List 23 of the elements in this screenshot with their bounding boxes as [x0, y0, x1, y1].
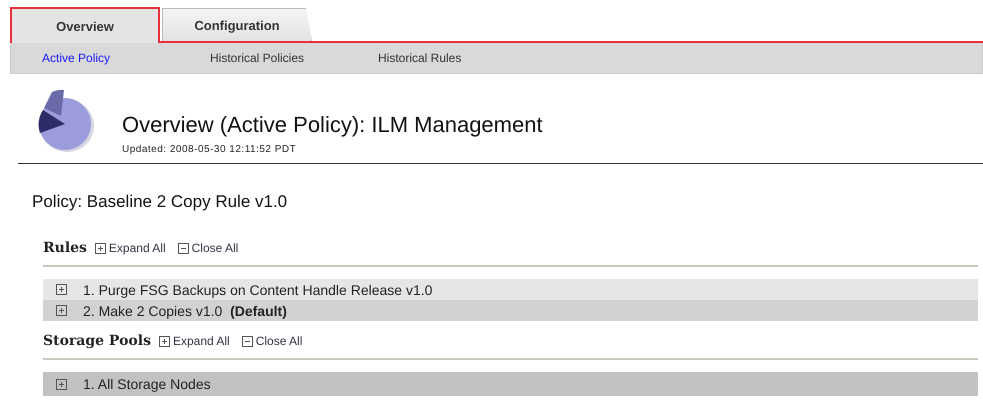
tree-item-label[interactable]: 2. Make 2 Copies v1.0 (Default): [83, 302, 287, 318]
expand-icon: [158, 336, 170, 346]
updated-timestamp: Updated: 2008-05-30 12:11:52 PDT: [122, 144, 298, 155]
expand-icon[interactable]: [56, 305, 67, 316]
close-all-link[interactable]: Close All: [242, 334, 302, 348]
section-title: Storage Pools: [43, 333, 151, 349]
expand-icon: [94, 242, 106, 254]
expand-all-link[interactable]: Expand All: [158, 334, 230, 348]
close-all-link[interactable]: Close All: [178, 241, 238, 255]
subnav-link[interactable]: Historical Policies: [179, 51, 317, 65]
tree-item-label[interactable]: 1. All Storage Nodes: [83, 376, 211, 392]
subnav-link[interactable]: Active Policy: [11, 51, 149, 65]
tab[interactable]: Overview: [10, 7, 160, 43]
section-title: Rules: [43, 240, 87, 256]
page-title: Overview (Active Policy): ILM Management: [122, 112, 543, 138]
tab[interactable]: Configuration: [162, 8, 312, 41]
collapse-icon: [178, 242, 189, 254]
expand-icon[interactable]: [56, 378, 67, 390]
expand-icon[interactable]: [56, 284, 67, 295]
policy-heading: Policy: Baseline 2 Copy Rule v1.0: [32, 192, 288, 212]
collapse-icon: [242, 336, 253, 346]
expand-all-link[interactable]: Expand All: [94, 241, 166, 255]
subnav-link[interactable]: Historical Rules: [347, 51, 485, 65]
